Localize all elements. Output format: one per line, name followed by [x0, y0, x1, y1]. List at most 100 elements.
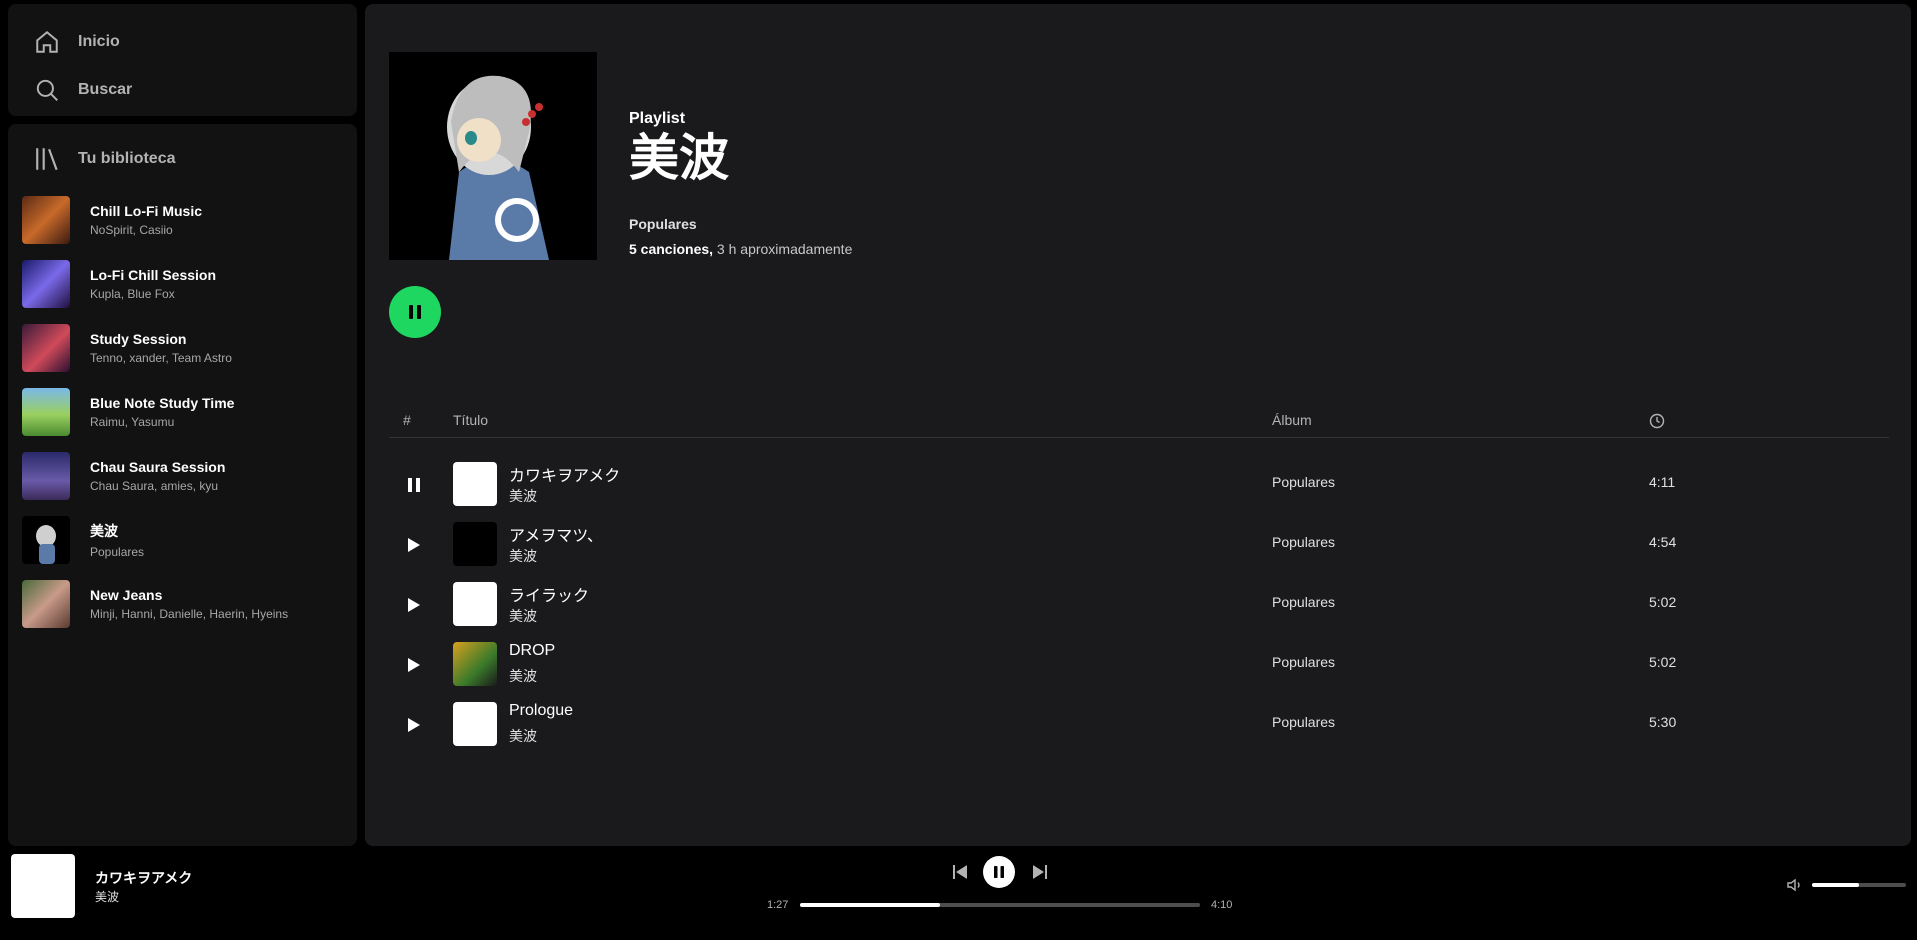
track-artist[interactable]: 美波	[509, 486, 537, 506]
next-button[interactable]	[1030, 862, 1050, 882]
player-bar: カワキヲアメク 美波 1:27 4:10	[0, 852, 1917, 940]
playlist-duration: 3 h aproximadamente	[713, 241, 853, 257]
track-album[interactable]: Populares	[1272, 714, 1335, 730]
playlist-cover	[22, 388, 70, 436]
playlist-type: Playlist	[629, 110, 686, 127]
volume-icon[interactable]	[1786, 876, 1804, 894]
library-item[interactable]: Chill Lo-Fi Music NoSpirit, Casiio	[8, 188, 357, 252]
app: Inicio Buscar Tu biblioteca Chill Lo-Fi …	[0, 0, 1917, 940]
previous-button[interactable]	[950, 862, 970, 882]
track-artwork	[453, 642, 497, 686]
library-item-title: New Jeans	[90, 587, 163, 603]
track-row[interactable]: DROP 美波 Populares 5:02	[389, 636, 1889, 696]
clock-icon	[1649, 413, 1665, 432]
library-item-subtitle: Populares	[90, 545, 145, 559]
now-playing-artwork	[11, 854, 75, 918]
total-time: 4:10	[1211, 899, 1233, 911]
playlist-header: Playlist 美波	[629, 110, 729, 186]
track-artist[interactable]: 美波	[509, 726, 537, 746]
col-title: Título	[453, 412, 489, 428]
library-item-title: Blue Note Study Time	[90, 395, 235, 411]
library-item[interactable]: Blue Note Study Time Raimu, Yasumu	[8, 380, 357, 444]
nav-home[interactable]: Inicio	[8, 18, 357, 66]
pause-icon[interactable]	[403, 474, 425, 496]
now-playing-artist[interactable]: 美波	[95, 888, 119, 905]
library-item-subtitle: Raimu, Yasumu	[90, 415, 175, 429]
playlist-song-count: 5 canciones,	[629, 241, 714, 257]
library-item-subtitle: Minji, Hanni, Danielle, Haerin, Hyeins	[90, 607, 289, 621]
play-icon[interactable]	[403, 594, 425, 616]
track-duration: 5:02	[1649, 594, 1677, 610]
track-artwork	[453, 462, 497, 506]
track-title[interactable]: Prologue	[509, 702, 573, 720]
current-time: 1:27	[767, 899, 789, 911]
skip-back-icon	[953, 865, 967, 879]
track-artist[interactable]: 美波	[509, 546, 537, 566]
playlist-cover	[22, 516, 70, 564]
track-title[interactable]: アメヲマツ、	[509, 522, 603, 546]
library-item-title: Lo-Fi Chill Session	[90, 267, 217, 283]
col-number: #	[403, 412, 411, 428]
progress-bar[interactable]	[800, 903, 1200, 907]
play-pause-button[interactable]	[983, 856, 1015, 888]
now-playing-title[interactable]: カワキヲアメク	[95, 868, 192, 888]
library-item-title: Chill Lo-Fi Music	[90, 203, 202, 219]
library-item-subtitle: Tenno, xander, Team Astro	[90, 351, 232, 365]
tracklist-header: # Título Álbum	[389, 408, 1889, 438]
playlist-pause-button[interactable]	[389, 286, 441, 338]
library-header[interactable]: Tu biblioteca	[8, 144, 357, 174]
track-row[interactable]: ライラック 美波 Populares 5:02	[389, 576, 1889, 636]
col-album: Álbum	[1272, 412, 1312, 428]
skip-forward-icon	[1033, 865, 1047, 879]
library-item[interactable]: Chau Saura Session Chau Saura, amies, kyu	[8, 444, 357, 508]
nav-panel: Inicio Buscar	[8, 4, 357, 116]
playlist-cover	[22, 452, 70, 500]
library-item-title: Study Session	[90, 331, 187, 347]
library-item-subtitle: Chau Saura, amies, kyu	[90, 479, 219, 493]
track-title[interactable]: カワキヲアメク	[509, 462, 620, 486]
progress-fill	[800, 903, 940, 907]
track-artwork	[453, 582, 497, 626]
playlist-cover	[22, 324, 70, 372]
track-artwork	[453, 702, 497, 746]
library-item[interactable]: New Jeans Minji, Hanni, Danielle, Haerin,…	[8, 572, 357, 636]
nav-home-label: Inicio	[78, 33, 120, 50]
library-title: Tu biblioteca	[78, 150, 176, 167]
track-row[interactable]: カワキヲアメク 美波 Populares 4:11	[389, 456, 1889, 516]
track-row[interactable]: Prologue 美波 Populares 5:30	[389, 696, 1889, 756]
library-item[interactable]: 美波 Populares	[8, 508, 357, 572]
track-artist[interactable]: 美波	[509, 666, 537, 686]
playlist-cover	[22, 580, 70, 628]
track-album[interactable]: Populares	[1272, 654, 1335, 670]
library-item[interactable]: Study Session Tenno, xander, Team Astro	[8, 316, 357, 380]
track-duration: 4:11	[1649, 474, 1676, 490]
track-album[interactable]: Populares	[1272, 534, 1335, 550]
play-icon[interactable]	[403, 534, 425, 556]
library-item-subtitle: NoSpirit, Casiio	[90, 223, 173, 237]
library-item[interactable]: Lo-Fi Chill Session Kupla, Blue Fox	[8, 252, 357, 316]
playlist-owner[interactable]: Populares	[629, 216, 697, 232]
volume-slider[interactable]	[1812, 883, 1906, 887]
home-icon	[36, 30, 58, 53]
pause-icon	[409, 305, 421, 319]
library-item-subtitle: Kupla, Blue Fox	[90, 287, 175, 301]
track-album[interactable]: Populares	[1272, 474, 1335, 490]
play-icon[interactable]	[403, 654, 425, 676]
track-album[interactable]: Populares	[1272, 594, 1335, 610]
track-title[interactable]: ライラック	[509, 582, 589, 606]
library-item-title: 美波	[90, 523, 118, 539]
playlist-cover	[22, 260, 70, 308]
playlist-cover	[22, 196, 70, 244]
track-title[interactable]: DROP	[509, 642, 555, 660]
playlist-cover-large	[389, 52, 597, 260]
search-icon	[36, 79, 58, 101]
track-duration: 5:30	[1649, 714, 1677, 730]
track-artwork	[453, 522, 497, 566]
main-panel: Playlist 美波 Populares 5 canciones, 3 h a…	[365, 4, 1911, 846]
nav-search[interactable]: Buscar	[8, 66, 357, 114]
play-icon[interactable]	[403, 714, 425, 736]
track-row[interactable]: アメヲマツ、 美波 Populares 4:54	[389, 516, 1889, 576]
nav-search-label: Buscar	[78, 81, 133, 98]
track-artist[interactable]: 美波	[509, 606, 537, 626]
volume-fill	[1812, 883, 1859, 887]
